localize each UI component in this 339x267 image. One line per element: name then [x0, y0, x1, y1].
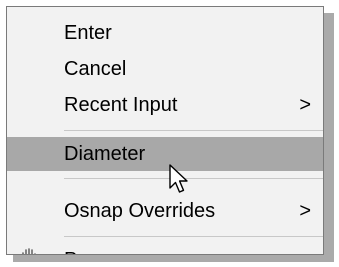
menu-item-label: P	[64, 248, 77, 254]
menu-item-enter[interactable]: Enter	[7, 16, 323, 50]
menu-item-pan[interactable]: P	[7, 243, 323, 254]
arrow-cursor-icon	[169, 164, 188, 193]
menu-separator	[64, 130, 323, 131]
submenu-arrow-icon: >	[299, 94, 311, 116]
menu-item-label: Enter	[64, 22, 112, 44]
menu-item-osnap-overrides[interactable]: Osnap Overrides >	[7, 194, 323, 228]
menu-separator	[64, 178, 323, 179]
menu-item-diameter[interactable]: Diameter	[7, 137, 323, 171]
menu-item-label: Cancel	[64, 58, 127, 80]
menu-item-label: Recent Input	[64, 94, 178, 116]
menu-item-label: Diameter	[64, 143, 146, 165]
menu-separator	[64, 236, 323, 237]
submenu-arrow-icon: >	[299, 200, 311, 222]
hand-pan-icon	[22, 248, 36, 254]
menu-item-label: Osnap Overrides	[64, 200, 216, 222]
menu-item-cancel[interactable]: Cancel	[7, 52, 323, 86]
context-menu: Enter Cancel Recent Input > Diameter Osn…	[6, 6, 324, 255]
menu-item-recent-input[interactable]: Recent Input >	[7, 88, 323, 122]
